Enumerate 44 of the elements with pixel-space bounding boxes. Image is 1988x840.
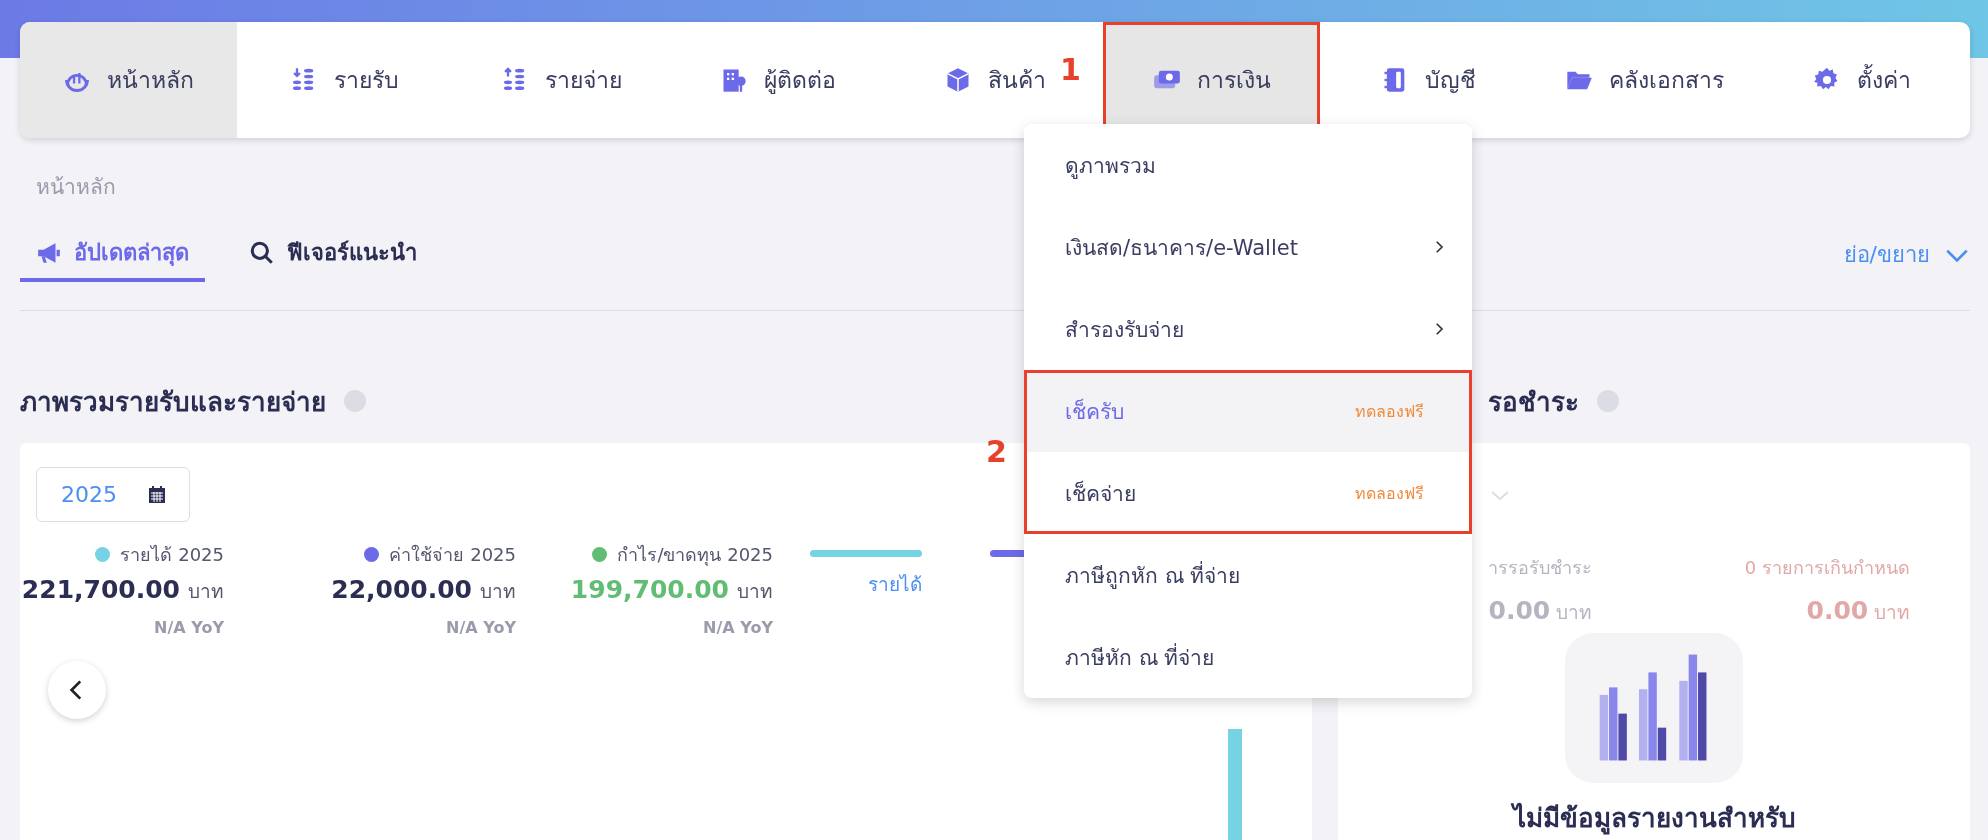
stat-label: รายได้ 2025 xyxy=(120,543,224,567)
currency-unit: บาท xyxy=(480,579,516,604)
empty-state-message: ไม่มีข้อมูลรายงานสำหรับ xyxy=(1512,801,1796,837)
legend-label: รายได้ xyxy=(868,572,922,597)
currency-unit: บาท xyxy=(737,579,773,604)
calendar-icon xyxy=(147,484,167,505)
stat-label: ค่าใช้จ่าย 2025 xyxy=(389,543,516,567)
stat-amount: 22,000.00 xyxy=(331,575,472,604)
stat-label: กำไร/ขาดทุน 2025 xyxy=(617,543,773,568)
step-number: 1 xyxy=(1060,52,1081,87)
tab[interactable]: อัปเดตล่าสุด xyxy=(20,235,205,282)
nav-item[interactable]: รายจ่าย xyxy=(495,22,629,138)
stat-label: ารรอรับชำระ xyxy=(1488,556,1592,580)
yoy-change: N/A YoY xyxy=(703,618,773,637)
section-title: ภาพรวมรายรับและรายจ่าย xyxy=(20,385,326,419)
currency-unit: บาท xyxy=(1874,601,1910,623)
nav-item[interactable]: ผู้ติดต่อ xyxy=(714,22,843,138)
previous-button[interactable] xyxy=(48,661,106,719)
stat-amount: 221,700.00 xyxy=(21,575,180,604)
yoy-change: N/A YoY xyxy=(446,618,516,637)
step-number: 2 xyxy=(986,434,1007,469)
menu-item[interactable]: ภาษีหัก ณ ที่จ่าย xyxy=(1024,616,1472,698)
yoy-change: N/A YoY xyxy=(154,618,224,637)
menu-item[interactable]: เช็ครับ ทดลองฟรี xyxy=(1024,370,1472,452)
currency-unit: บาท xyxy=(1556,601,1592,623)
nav-item[interactable]: ตั้งค่า xyxy=(1806,22,1917,138)
menu-item[interactable]: เงินสด/ธนาคาร/e-Wallet xyxy=(1024,206,1472,288)
free-trial-label: ทดลองฟรี xyxy=(1355,482,1424,505)
menu-item[interactable]: สำรองรับจ่าย xyxy=(1024,288,1472,370)
section-title: รอชำระ xyxy=(1488,385,1579,419)
free-trial-label: ทดลองฟรี xyxy=(1355,400,1424,423)
menu-item[interactable]: เช็คจ่าย ทดลองฟรี xyxy=(1024,452,1472,534)
nav-item[interactable]: หน้าหลัก xyxy=(20,22,237,138)
nav-item[interactable]: คลังเอกสาร xyxy=(1559,22,1731,138)
stat-amount: 0.00 xyxy=(1488,596,1551,625)
stat-label: 0 รายการเกินกำหนด xyxy=(1744,556,1910,580)
stat-amount: 199,700.00 xyxy=(570,575,729,604)
menu-item[interactable]: ภาษีถูกหัก ณ ที่จ่าย xyxy=(1024,534,1472,616)
bar-chart-icon xyxy=(1565,633,1743,783)
search-icon xyxy=(249,239,275,266)
tab[interactable]: ฟีเจอร์แนะนำ xyxy=(233,235,433,282)
currency-unit: บาท xyxy=(188,579,224,604)
nav-item[interactable]: รายรับ xyxy=(284,22,406,138)
stat-amount: 0.00 xyxy=(1806,596,1869,625)
